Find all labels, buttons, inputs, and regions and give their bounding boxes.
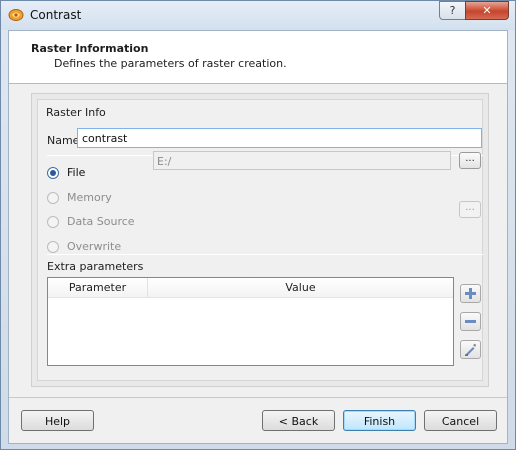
- remove-parameter-button[interactable]: [460, 312, 481, 331]
- group-label: Raster Info: [46, 106, 106, 119]
- radio-overwrite: Overwrite: [47, 240, 121, 253]
- radio-overwrite-label: Overwrite: [67, 240, 122, 253]
- radio-button[interactable]: [47, 166, 59, 179]
- edit-icon: [465, 343, 477, 356]
- plus-icon: [465, 288, 476, 299]
- radio-button: [47, 240, 59, 253]
- table-header: Parameter Value: [48, 278, 453, 298]
- help-title-button[interactable]: ?: [439, 1, 465, 20]
- minus-icon: [465, 320, 476, 323]
- raster-panel: Raster Info Name File E:/ ... Memory Dat…: [31, 93, 489, 387]
- raster-info-group: Raster Info Name File E:/ ... Memory Dat…: [37, 99, 483, 381]
- close-button[interactable]: ✕: [465, 1, 509, 20]
- back-button[interactable]: < Back: [262, 410, 335, 431]
- name-label: Name: [47, 134, 80, 147]
- edit-parameter-button[interactable]: [460, 340, 481, 359]
- help-button[interactable]: Help: [21, 410, 94, 431]
- radio-button: [47, 215, 59, 228]
- title-buttons: ? ✕: [439, 1, 509, 21]
- column-header-parameter[interactable]: Parameter: [48, 278, 148, 297]
- footer-divider: [9, 397, 507, 398]
- window-title: Contrast: [30, 8, 82, 22]
- client-area: Raster Information Defines the parameter…: [8, 30, 508, 444]
- wizard-header: Raster Information Defines the parameter…: [9, 31, 507, 84]
- cancel-button[interactable]: Cancel: [424, 410, 497, 431]
- browse-file-button[interactable]: ...: [459, 152, 481, 169]
- parameters-table[interactable]: Parameter Value: [47, 277, 454, 366]
- radio-data-source: Data Source: [47, 215, 135, 228]
- file-path-field: E:/: [153, 151, 451, 170]
- finish-button[interactable]: Finish: [343, 410, 416, 431]
- column-header-value[interactable]: Value: [148, 278, 453, 297]
- page-subtitle: Defines the parameters of raster creatio…: [54, 57, 287, 70]
- radio-memory: Memory: [47, 191, 112, 204]
- name-field[interactable]: [77, 128, 482, 148]
- radio-memory-label: Memory: [67, 191, 112, 204]
- radio-data-source-label: Data Source: [67, 215, 135, 228]
- page-title: Raster Information: [31, 42, 149, 55]
- radio-button: [47, 191, 59, 204]
- title-bar: Contrast ? ✕: [1, 1, 515, 30]
- add-parameter-button[interactable]: [460, 284, 481, 303]
- dialog-window: Contrast ? ✕ Raster Information Defines …: [0, 0, 516, 450]
- radio-file-label: File: [67, 166, 86, 179]
- radio-file[interactable]: File: [47, 166, 85, 179]
- divider: [47, 254, 483, 255]
- extra-parameters-label: Extra parameters: [47, 260, 144, 273]
- browse-data-source-button: ...: [459, 201, 481, 218]
- app-icon: [8, 9, 24, 21]
